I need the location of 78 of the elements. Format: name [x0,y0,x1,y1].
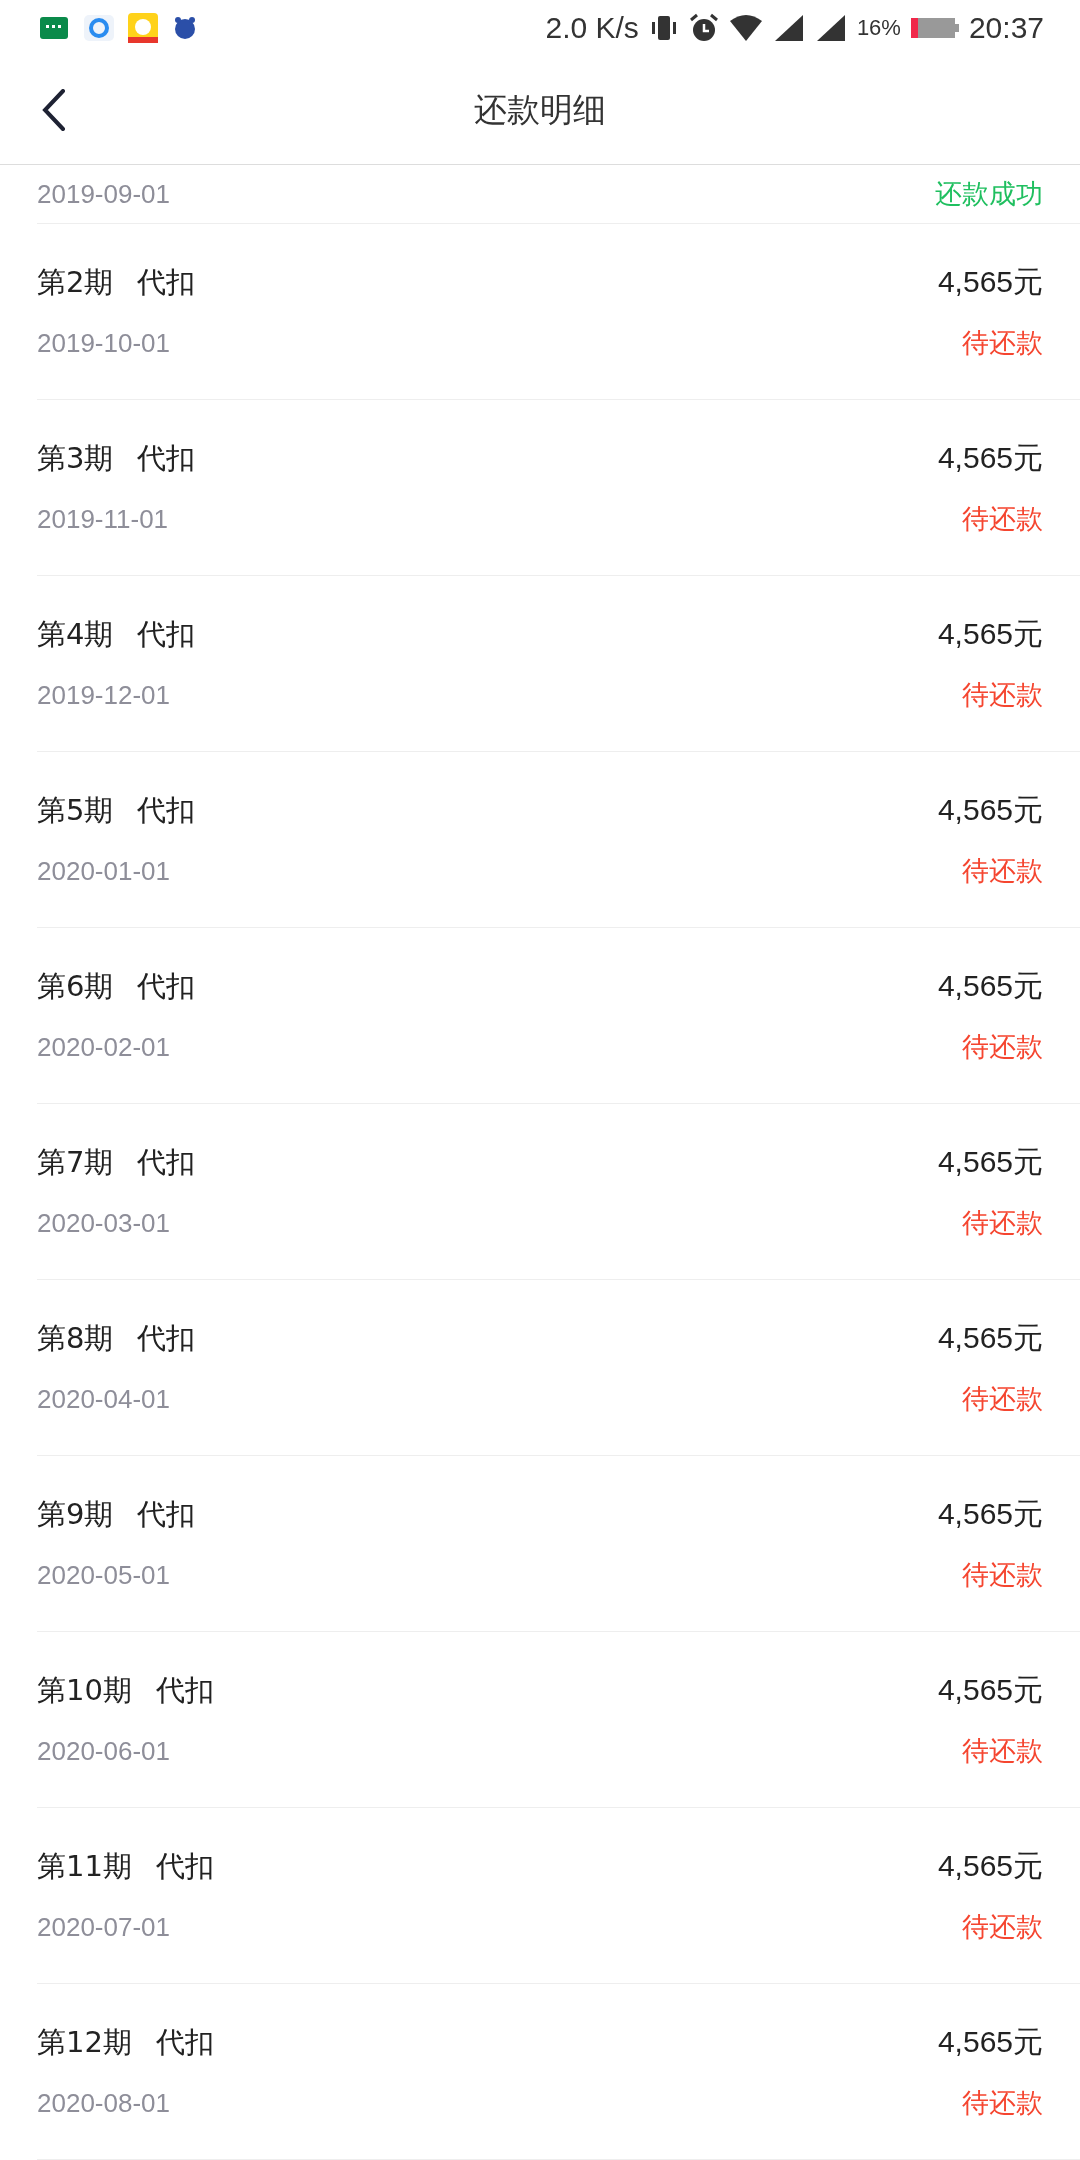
payment-status: 待还款 [962,1206,1043,1240]
installment-amount: 4,565元 [937,264,1043,300]
installment-row[interactable]: 第6期 代扣 4,565元 2020-02-01 待还款 [37,928,1080,1104]
payment-status: 待还款 [962,1030,1043,1064]
network-speed: 2.0 K/s [545,11,639,45]
installment-label: 第5期 [37,791,114,829]
installment-label: 第9期 [37,1495,114,1533]
payment-method: 代扣 [137,967,196,1005]
clock-time: 20:37 [968,11,1044,45]
battery-percent: 16% [856,15,901,41]
due-date: 2020-06-01 [37,1735,170,1767]
installment-amount: 4,565元 [937,2024,1043,2060]
due-date: 2020-01-01 [37,855,170,887]
installment-label: 第4期 [37,615,114,653]
app-icon [128,13,158,43]
payment-method: 代扣 [155,2023,214,2061]
installment-label: 第11期 [37,1847,132,1885]
installment-row[interactable]: 第9期 代扣 4,565元 2020-05-01 待还款 [37,1456,1080,1632]
installment-amount: 4,565元 [937,1496,1043,1532]
due-date: 2020-08-01 [37,2087,170,2119]
due-date: 2020-07-01 [37,1911,170,1943]
installment-row[interactable]: 第10期 代扣 4,565元 2020-06-01 待还款 [37,1632,1080,1808]
installment-label: 第2期 [37,263,114,301]
installment-label: 第10期 [37,1671,132,1709]
payment-status: 还款成功 [935,177,1043,211]
payment-method: 代扣 [155,1671,214,1709]
installment-row[interactable]: 第2期 代扣 4,565元 2019-10-01 待还款 [37,224,1080,400]
page-title: 还款明细 [474,88,606,131]
installment-label: 第3期 [37,439,114,477]
due-date: 2020-03-01 [37,1207,170,1239]
back-icon[interactable] [42,89,66,131]
payment-status: 待还款 [962,1734,1043,1768]
installment-amount: 4,565元 [937,968,1043,1004]
installment-row[interactable]: 第5期 代扣 4,565元 2020-01-01 待还款 [37,752,1080,928]
payment-status: 待还款 [962,502,1043,536]
browser-app-icon [84,13,114,43]
installment-amount: 4,565元 [937,1848,1043,1884]
due-date: 2020-05-01 [37,1559,170,1591]
payment-method: 代扣 [155,1847,214,1885]
installment-row[interactable]: 第8期 代扣 4,565元 2020-04-01 待还款 [37,1280,1080,1456]
installment-row[interactable]: 第12期 代扣 4,565元 2020-08-01 待还款 [37,1984,1080,2160]
due-date: 2019-09-01 [37,178,170,210]
installment-amount: 4,565元 [937,1320,1043,1356]
installment-row[interactable]: 第3期 代扣 4,565元 2019-11-01 待还款 [37,400,1080,576]
due-date: 2019-11-01 [37,503,169,535]
due-date: 2019-12-01 [37,679,170,711]
installment-amount: 4,565元 [937,1144,1043,1180]
payment-method: 代扣 [137,791,196,829]
payment-method: 代扣 [137,439,196,477]
installment-amount: 4,565元 [937,1672,1043,1708]
payment-method: 代扣 [137,615,196,653]
payment-status: 待还款 [962,854,1043,888]
payment-status: 待还款 [962,326,1043,360]
wifi-icon [728,13,763,43]
due-date: 2019-10-01 [37,327,170,359]
installment-amount: 4,565元 [937,616,1043,652]
installment-label: 第12期 [37,2023,132,2061]
payment-status: 待还款 [962,1910,1043,1944]
installment-row[interactable]: 第11期 代扣 4,565元 2020-07-01 待还款 [37,1808,1080,1984]
installment-amount: 4,565元 [937,440,1043,476]
installment-label: 第8期 [37,1319,114,1357]
payment-status: 待还款 [962,1558,1043,1592]
installment-row[interactable]: 第4期 代扣 4,565元 2019-12-01 待还款 [37,576,1080,752]
installment-row[interactable]: 第7期 代扣 4,565元 2020-03-01 待还款 [37,1104,1080,1280]
payment-method: 代扣 [137,1143,196,1181]
payment-status: 待还款 [962,678,1043,712]
installment-label: 第7期 [37,1143,114,1181]
payment-status: 待还款 [962,1382,1043,1416]
battery-icon [910,16,959,40]
installment-label: 第6期 [37,967,114,1005]
installment-amount: 4,565元 [937,792,1043,828]
payment-method: 代扣 [137,1319,196,1357]
due-date: 2020-04-01 [37,1383,170,1415]
payment-method: 代扣 [137,1495,196,1533]
alarm-icon [688,13,719,43]
payment-status: 待还款 [962,2086,1043,2120]
due-date: 2020-02-01 [37,1031,170,1063]
payment-method: 代扣 [137,263,196,301]
